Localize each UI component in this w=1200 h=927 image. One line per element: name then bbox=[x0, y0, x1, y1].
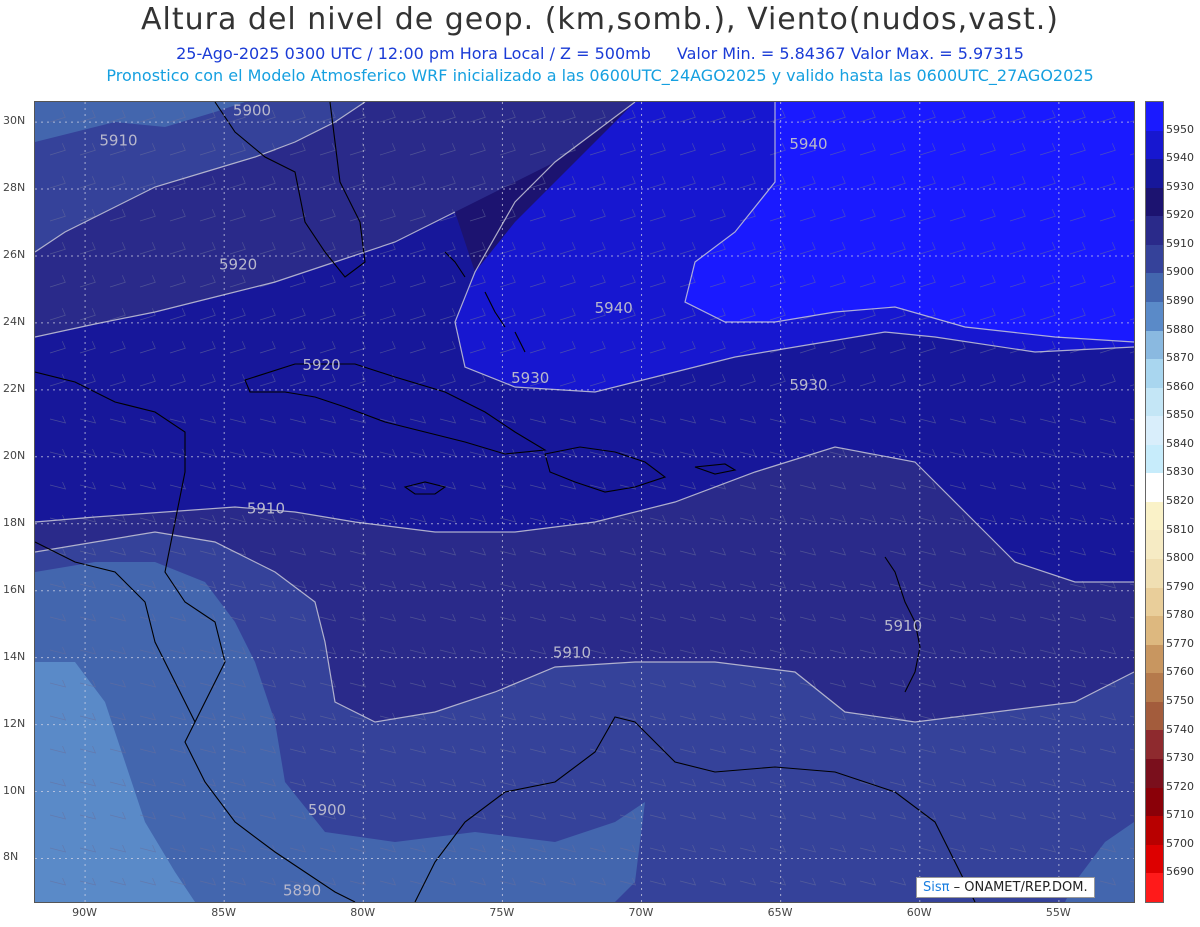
min-max-values: Valor Min. = 5.84367 Valor Max. = 5.9731… bbox=[676, 44, 1024, 63]
color-scale bbox=[1145, 101, 1164, 903]
color-scale-label: 5760 bbox=[1166, 665, 1194, 679]
color-scale-label: 5710 bbox=[1166, 808, 1194, 822]
contour-label: 5930 bbox=[789, 376, 827, 394]
color-scale-segment bbox=[1146, 416, 1163, 445]
contour-label: 5900 bbox=[308, 801, 346, 819]
contour-label: 5900 bbox=[233, 102, 271, 119]
color-scale-segment bbox=[1146, 244, 1163, 274]
contour-label: 5910 bbox=[884, 617, 922, 635]
longitude-label: 75W bbox=[489, 906, 515, 919]
color-scale-segment bbox=[1146, 587, 1163, 617]
color-scale-label: 5780 bbox=[1166, 608, 1194, 622]
color-scale-label: 5770 bbox=[1166, 636, 1194, 650]
color-scale-label: 5830 bbox=[1166, 465, 1194, 479]
contour-label: 5910 bbox=[553, 644, 591, 662]
latitude-label: 14N bbox=[3, 649, 26, 663]
color-scale-segment bbox=[1146, 102, 1163, 131]
longitude-label: 60W bbox=[906, 906, 932, 919]
color-scale-segment bbox=[1146, 701, 1163, 731]
color-scale-segment bbox=[1146, 787, 1163, 817]
color-scale-segment bbox=[1146, 301, 1163, 331]
color-scale-segment bbox=[1146, 616, 1163, 645]
color-scale-label: 5690 bbox=[1166, 865, 1194, 879]
longitude-label: 70W bbox=[628, 906, 654, 919]
contour-label: 5890 bbox=[283, 881, 321, 899]
color-scale-segment bbox=[1146, 644, 1163, 674]
color-scale-segment bbox=[1146, 530, 1163, 559]
color-scale-label: 5900 bbox=[1166, 265, 1194, 279]
contour-label: 5920 bbox=[219, 255, 257, 273]
latitude-label: 28N bbox=[3, 181, 26, 195]
latitude-label: 22N bbox=[3, 381, 26, 395]
color-scale-label: 5950 bbox=[1166, 122, 1194, 136]
color-scale-label: 5910 bbox=[1166, 236, 1194, 250]
longitude-label: 90W bbox=[72, 906, 97, 919]
color-scale-label: 5720 bbox=[1166, 779, 1194, 793]
color-scale-label: 5730 bbox=[1166, 751, 1194, 765]
latitude-label: 16N bbox=[3, 582, 26, 596]
color-scale-label: 5740 bbox=[1166, 722, 1194, 736]
color-scale-segment bbox=[1146, 758, 1163, 788]
color-scale-label: 5790 bbox=[1166, 579, 1194, 593]
color-scale-label: 5870 bbox=[1166, 351, 1194, 365]
color-scale-segment bbox=[1146, 187, 1163, 217]
color-scale-label: 5890 bbox=[1166, 294, 1194, 307]
color-scale-segment bbox=[1146, 844, 1163, 874]
latitude-label: 30N bbox=[3, 114, 26, 128]
color-scale-segment bbox=[1146, 816, 1163, 845]
latitude-label: 12N bbox=[3, 716, 26, 730]
credit-text: – ONAMET/REP.DOM. bbox=[949, 880, 1088, 895]
contour-label: 5910 bbox=[247, 500, 285, 518]
color-scale-label: 5920 bbox=[1166, 208, 1194, 222]
longitude-label: 85W bbox=[211, 906, 237, 919]
color-scale-label: 5700 bbox=[1166, 836, 1194, 850]
latitude-label: 8N bbox=[3, 850, 19, 864]
color-scale-segment bbox=[1146, 473, 1163, 502]
color-scale-label: 5820 bbox=[1166, 494, 1194, 507]
color-scale-segment bbox=[1146, 359, 1163, 388]
color-scale-segment bbox=[1146, 216, 1163, 245]
contour-label: 5910 bbox=[99, 132, 137, 150]
color-scale-segment bbox=[1146, 273, 1163, 302]
weather-map[interactable]: 5900 5910 5920 5940 5940 5920 5930 5930 5910 5910… bbox=[34, 101, 1135, 903]
latitude-label: 10N bbox=[3, 783, 26, 797]
longitude-label: 65W bbox=[767, 906, 793, 919]
color-scale-segment bbox=[1146, 673, 1163, 702]
color-scale-segment bbox=[1146, 444, 1163, 474]
map-canvas: 5900 5910 5920 5940 5940 5920 5930 5930 5910 5910… bbox=[35, 102, 1134, 902]
color-scale-segment bbox=[1146, 330, 1163, 360]
contour-label: 5930 bbox=[511, 369, 549, 387]
valid-time: 25-Ago-2025 0300 UTC / 12:00 pm Hora Loc… bbox=[176, 44, 651, 63]
color-scale-label: 5800 bbox=[1166, 551, 1194, 565]
contour-label: 5920 bbox=[302, 356, 340, 374]
color-scale-label: 5880 bbox=[1166, 322, 1194, 336]
color-scale-label: 5840 bbox=[1166, 436, 1194, 450]
valid-time-line: 25-Ago-2025 0300 UTC / 12:00 pm Hora Loc… bbox=[0, 44, 1200, 63]
color-scale-segment bbox=[1146, 159, 1163, 188]
color-scale-label: 5850 bbox=[1166, 408, 1194, 422]
color-scale-segment bbox=[1146, 130, 1163, 160]
map-title: Altura del nivel de geop. (km,somb.), Vi… bbox=[141, 2, 1059, 37]
color-scale-segment bbox=[1146, 559, 1163, 588]
longitude-label: 80W bbox=[350, 906, 376, 919]
contour-label: 5940 bbox=[595, 299, 633, 317]
latitude-label: 26N bbox=[3, 247, 26, 261]
color-scale-label: 5810 bbox=[1166, 522, 1194, 536]
latitude-label: 18N bbox=[3, 515, 26, 529]
color-scale-segment bbox=[1146, 873, 1163, 902]
longitude-label: 55W bbox=[1045, 906, 1071, 919]
color-scale-label: 5750 bbox=[1166, 694, 1194, 707]
latitude-label: 24N bbox=[3, 314, 26, 328]
color-scale-segment bbox=[1146, 501, 1163, 531]
sispi-logo-text: Sisπ bbox=[923, 880, 950, 895]
color-scale-segment bbox=[1146, 387, 1163, 417]
credit-box: Sisπ – ONAMET/REP.DOM. bbox=[916, 877, 1095, 898]
forecast-info: Pronostico con el Modelo Atmosferico WRF… bbox=[106, 66, 1094, 85]
color-scale-label: 5860 bbox=[1166, 379, 1194, 393]
color-scale-label: 5940 bbox=[1166, 151, 1194, 165]
color-scale-segment bbox=[1146, 730, 1163, 759]
contour-label: 5940 bbox=[789, 135, 827, 153]
color-scale-label: 5930 bbox=[1166, 179, 1194, 193]
latitude-label: 20N bbox=[3, 448, 26, 462]
